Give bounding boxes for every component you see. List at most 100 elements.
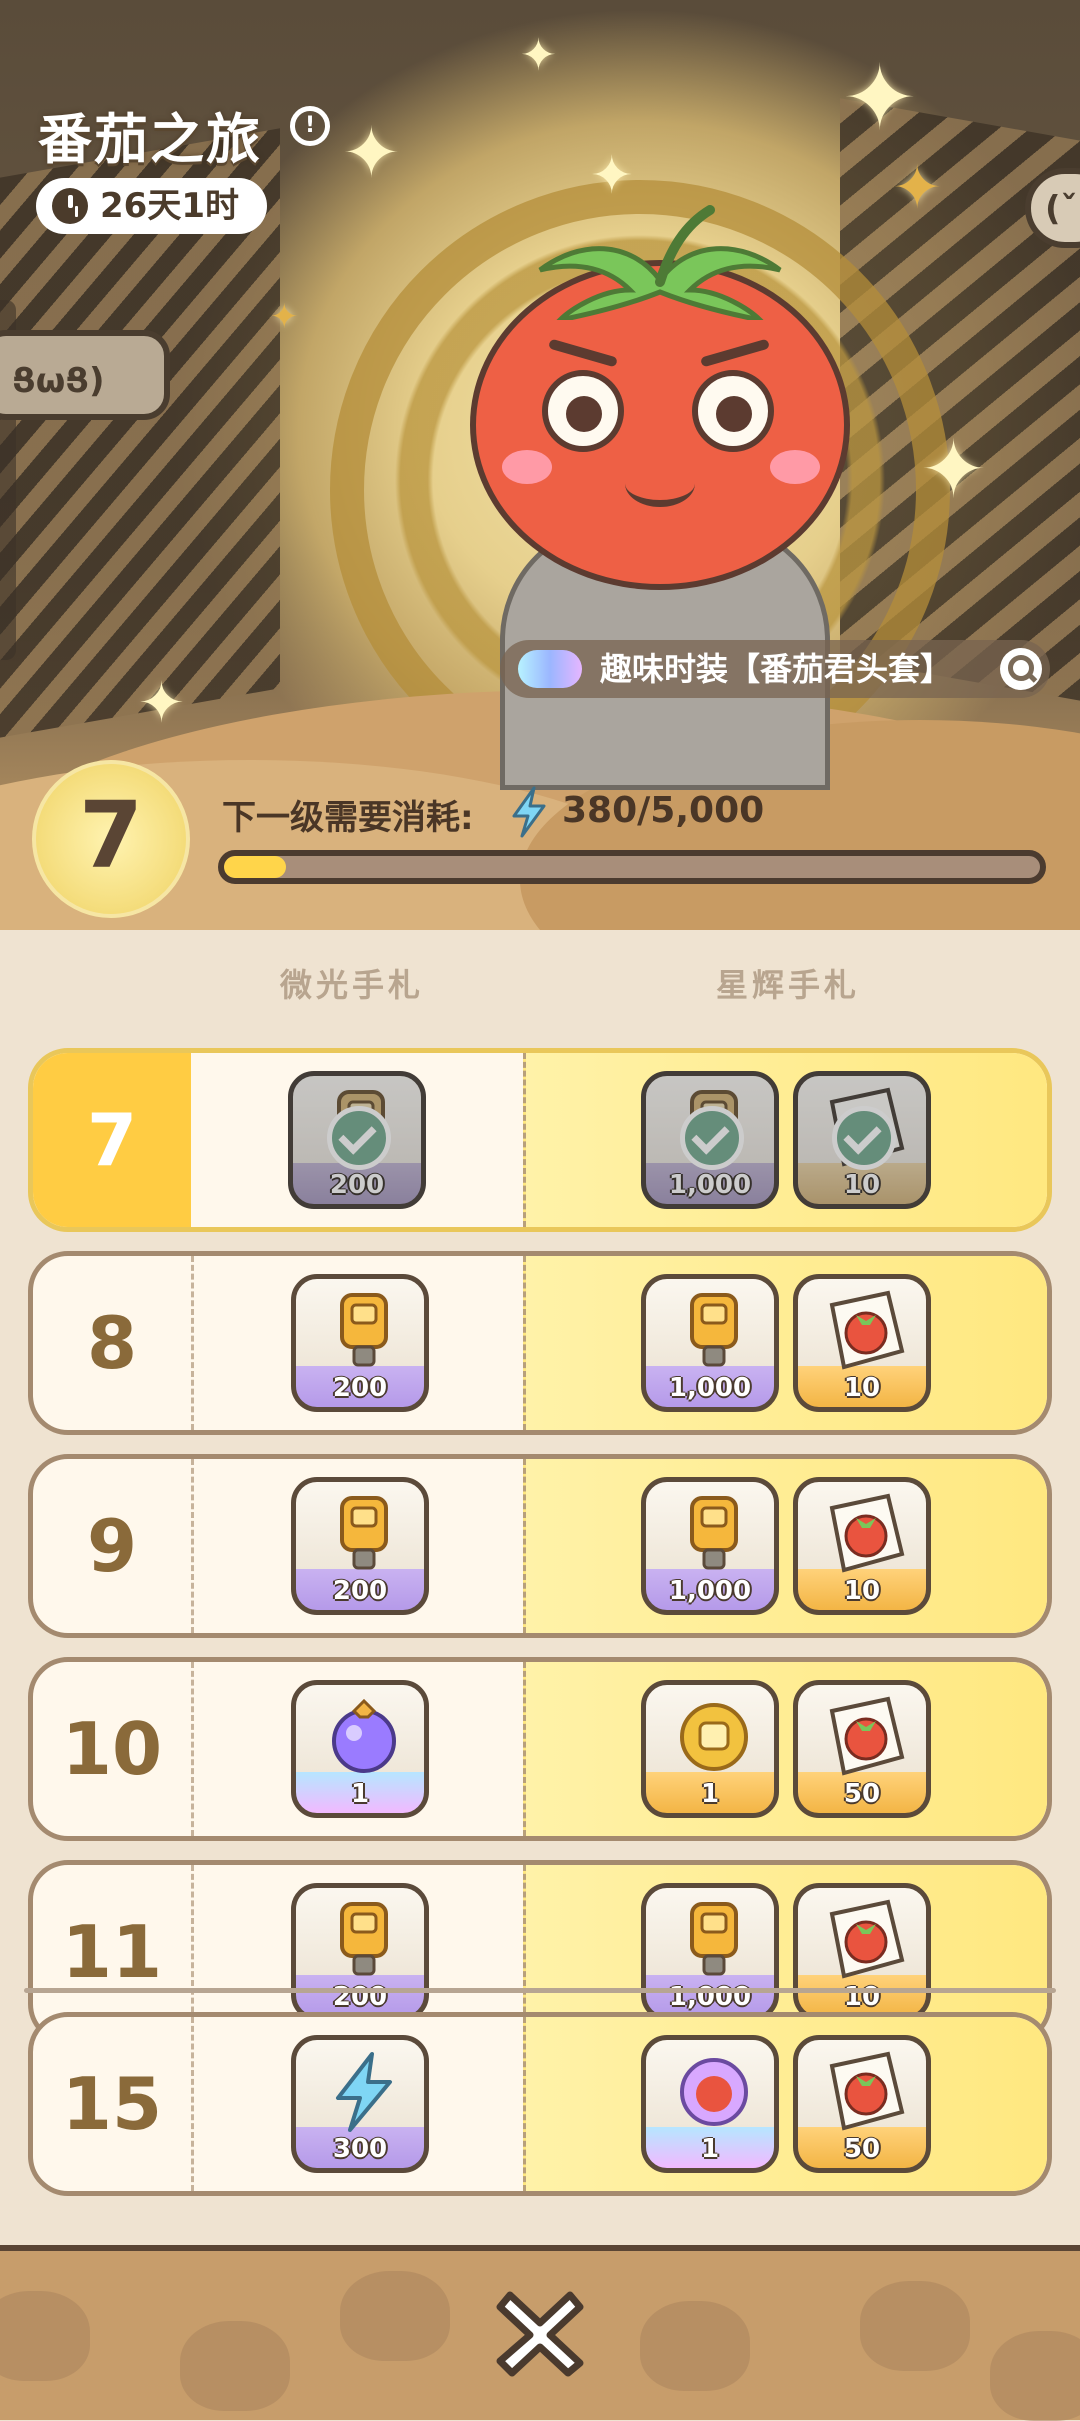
reward-qty: 50 <box>843 1779 881 1809</box>
reward-item[interactable]: 50 <box>793 2035 931 2173</box>
reward-qty: 10 <box>843 1170 881 1200</box>
premium-track: 1,000 10 <box>523 1459 1047 1633</box>
reward-qty: 300 <box>332 2134 388 2164</box>
reward-qty: 10 <box>843 1373 881 1403</box>
mascot-eye <box>692 370 774 452</box>
reward-item[interactable]: 10 <box>793 1274 931 1412</box>
speech-bubble-left: ՑωՑ) <box>0 330 170 420</box>
reward-qty: 1 <box>700 1779 720 1809</box>
hero-banner: ✦ ✦ ✦ ✦ ✦ ✦ ✦ ✦ ՑωՑ) (ˇ 番茄之旅 ! 26天1时 趣味时… <box>0 0 1080 930</box>
reward-qty: 1,000 <box>668 1373 752 1403</box>
claimed-check-icon <box>680 1106 744 1170</box>
reward-qty: 1,000 <box>668 1170 752 1200</box>
reward-qty: 200 <box>332 1373 388 1403</box>
free-track: 1 <box>191 1662 526 1836</box>
tomato-mascot <box>460 160 860 790</box>
reward-list[interactable]: 7 200 1,000 10 8 200 1,000 10 9 200 1,000 10 10 1 1 50 1… <box>0 1040 1080 2105</box>
level-badge: 7 <box>32 760 190 918</box>
free-track: 300 <box>191 2017 526 2191</box>
mascot-cheek <box>770 450 820 484</box>
reward-qty: 200 <box>332 1576 388 1606</box>
outfit-wing-icon <box>518 650 582 688</box>
reward-item[interactable]: 200 <box>291 1274 429 1412</box>
current-level: 7 <box>78 782 143 889</box>
outfit-label: 趣味时装【番茄君头套】 <box>600 650 953 688</box>
free-track: 200 <box>191 1256 526 1430</box>
outfit-reward-banner[interactable]: 趣味时装【番茄君头套】 <box>500 640 1050 698</box>
reward-item[interactable]: 50 <box>793 1680 931 1818</box>
next-level-label: 下一级需要消耗: <box>222 798 474 838</box>
close-icon[interactable] <box>490 2281 590 2381</box>
milestone-divider <box>24 1988 1056 1993</box>
reward-row[interactable]: 7 200 1,000 10 <box>28 1048 1052 1232</box>
sparkle-icon: ✦ <box>920 423 988 516</box>
sparkle-icon: ✦ <box>342 112 401 194</box>
reward-row[interactable]: 9 200 1,000 10 <box>28 1454 1052 1638</box>
row-level: 10 <box>61 1707 163 1791</box>
reward-row[interactable]: 10 1 1 50 <box>28 1657 1052 1841</box>
reward-item[interactable]: 200 <box>291 1477 429 1615</box>
mascot-eye <box>542 370 624 452</box>
event-timer: 26天1时 <box>36 178 267 234</box>
column-header-premium: 星辉手札 <box>716 966 861 1004</box>
paw-pattern <box>340 2271 450 2361</box>
mascot-mouth <box>625 460 695 507</box>
reward-item[interactable]: 1 <box>291 1680 429 1818</box>
paw-pattern <box>990 2331 1080 2421</box>
premium-track: 1 50 <box>523 2017 1047 2191</box>
reward-item[interactable]: 200 <box>291 1883 429 2021</box>
sparkle-icon: ✦ <box>520 30 557 81</box>
reward-item[interactable]: 1,000 <box>641 1477 779 1615</box>
sparkle-icon: ✦ <box>138 671 185 736</box>
row-level: 9 <box>86 1504 138 1588</box>
free-track: 200 <box>191 1459 526 1633</box>
reward-qty: 1,000 <box>668 1982 752 2012</box>
info-icon[interactable]: ! <box>290 106 330 146</box>
reward-item[interactable]: 1,000 <box>641 1883 779 2021</box>
reward-qty: 1,000 <box>668 1576 752 1606</box>
reward-item[interactable]: 300 <box>291 2035 429 2173</box>
reward-item[interactable]: 1,000 <box>641 1071 779 1209</box>
page-title: 番茄之旅 <box>38 108 262 171</box>
paw-pattern <box>180 2321 290 2411</box>
level-progress-bar <box>218 850 1046 884</box>
progress-text: 380/5,000 <box>562 790 765 831</box>
row-level: 8 <box>86 1301 138 1385</box>
clock-icon <box>52 188 88 224</box>
search-icon[interactable] <box>1000 648 1042 690</box>
sparkle-icon: ✦ <box>892 153 943 223</box>
progress-fill <box>224 856 287 878</box>
paw-pattern <box>0 2291 90 2381</box>
lightning-bolt-icon <box>512 786 546 838</box>
reward-item[interactable]: 1,000 <box>641 1274 779 1412</box>
reward-row[interactable]: 15 300 1 50 <box>28 2012 1052 2196</box>
premium-track: 1,000 10 <box>523 1053 1047 1227</box>
reward-item[interactable]: 200 <box>288 1071 426 1209</box>
row-level: 7 <box>33 1053 191 1227</box>
sparkle-icon: ✦ <box>270 297 299 337</box>
reward-item[interactable]: 10 <box>793 1071 931 1209</box>
reward-qty: 1 <box>350 1779 370 1809</box>
premium-track: 1,000 10 <box>523 1256 1047 1430</box>
reward-qty: 50 <box>843 2134 881 2164</box>
footer-bar <box>0 2245 1080 2421</box>
reward-row[interactable]: 8 200 1,000 10 <box>28 1251 1052 1435</box>
row-level: 15 <box>61 2062 163 2146</box>
claimed-check-icon <box>832 1106 896 1170</box>
reward-qty: 10 <box>843 1982 881 2012</box>
reward-item[interactable]: 10 <box>793 1883 931 2021</box>
column-header-free: 微光手札 <box>280 966 425 1004</box>
paw-pattern <box>860 2281 970 2371</box>
free-track: 200 <box>191 1053 523 1227</box>
reward-qty: 200 <box>332 1982 388 2012</box>
reward-qty: 1 <box>700 2134 720 2164</box>
reward-item[interactable]: 1 <box>641 1680 779 1818</box>
claimed-check-icon <box>327 1106 391 1170</box>
reward-qty: 200 <box>329 1170 385 1200</box>
timer-text: 26天1时 <box>100 186 239 226</box>
reward-item[interactable]: 1 <box>641 2035 779 2173</box>
paw-pattern <box>640 2301 750 2391</box>
reward-item[interactable]: 10 <box>793 1477 931 1615</box>
tomato-leaf-icon <box>538 205 782 320</box>
sparkle-icon: ✦ <box>842 46 918 151</box>
